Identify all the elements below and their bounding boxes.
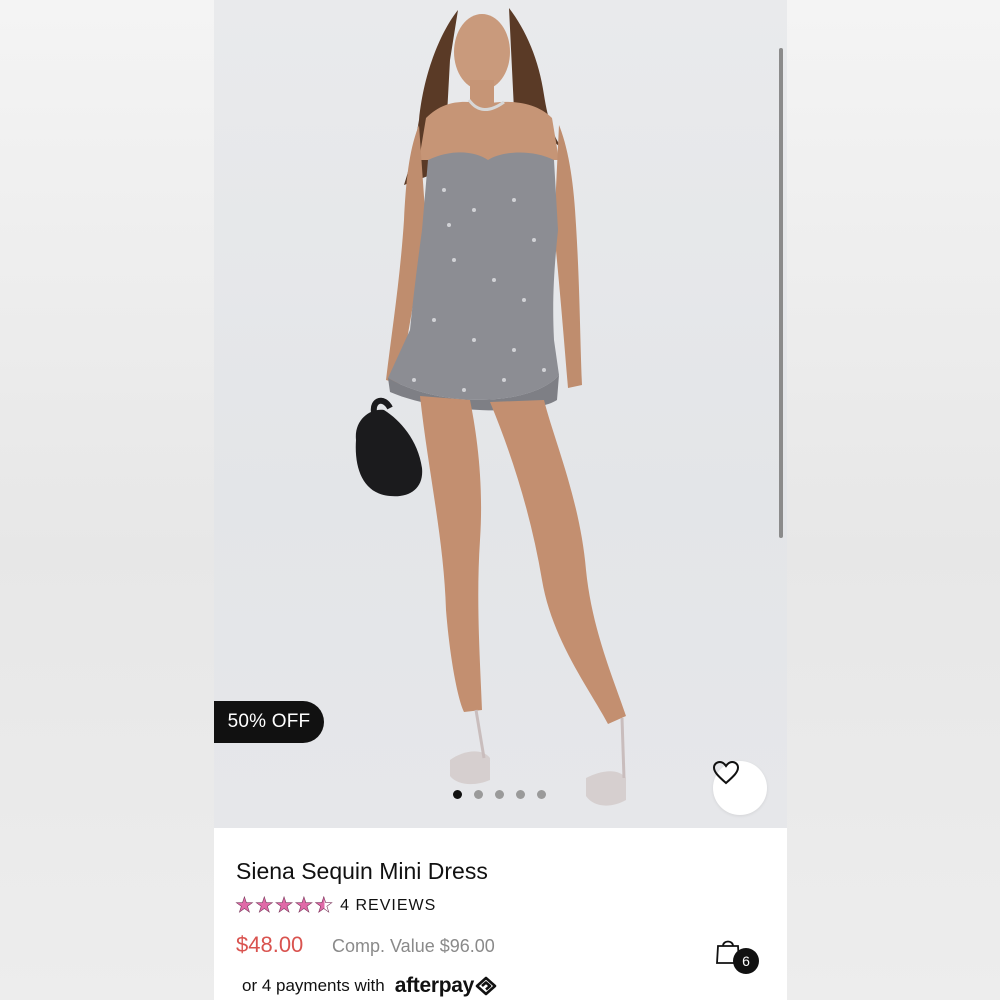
scrollbar[interactable] [779, 48, 783, 538]
gallery-pagination [453, 790, 546, 799]
background-left [0, 0, 214, 1000]
rating-summary[interactable]: ★ ★ ★ ★ ★ 4 REVIEWS [235, 894, 436, 917]
gallery-dot[interactable] [537, 790, 546, 799]
reviews-link[interactable]: 4 REVIEWS [340, 897, 436, 915]
star-icon: ★ [235, 894, 254, 917]
product-info: Siena Sequin Mini Dress ★ ★ ★ ★ ★ 4 REVI… [214, 828, 787, 1000]
comparison-price: Comp. Value $96.00 [332, 936, 495, 956]
discount-badge: 50% OFF [214, 701, 324, 743]
star-half-icon: ★ [314, 894, 334, 917]
payments-text: or 4 payments with [242, 976, 385, 995]
gallery-dot[interactable] [474, 790, 483, 799]
star-icon: ★ [254, 894, 274, 917]
afterpay-label: afterpay [394, 974, 475, 997]
cart-count-badge: 6 [733, 948, 759, 974]
star-icon: ★ [294, 894, 314, 917]
gallery-dot[interactable] [453, 790, 462, 799]
gallery-dot[interactable] [495, 790, 504, 799]
afterpay-logo-icon [475, 976, 497, 996]
favorite-button[interactable] [713, 761, 767, 815]
product-image-gallery[interactable]: 50% OFF [214, 0, 787, 828]
sale-price: $48.00 [236, 932, 304, 957]
star-icon: ★ [274, 894, 294, 917]
product-page: 50% OFF Siena Sequin Mini Dress ★ ★ ★ ★ [214, 0, 787, 1000]
afterpay-message[interactable]: or 4 payments with afterpay [242, 974, 498, 998]
gallery-dot[interactable] [516, 790, 525, 799]
product-title: Siena Sequin Mini Dress [236, 858, 488, 884]
star-rating: ★ ★ ★ ★ ★ [235, 894, 334, 917]
afterpay-logo: afterpay [395, 974, 498, 998]
cart-button[interactable]: 6 [714, 936, 762, 976]
background-right [787, 0, 1000, 1000]
